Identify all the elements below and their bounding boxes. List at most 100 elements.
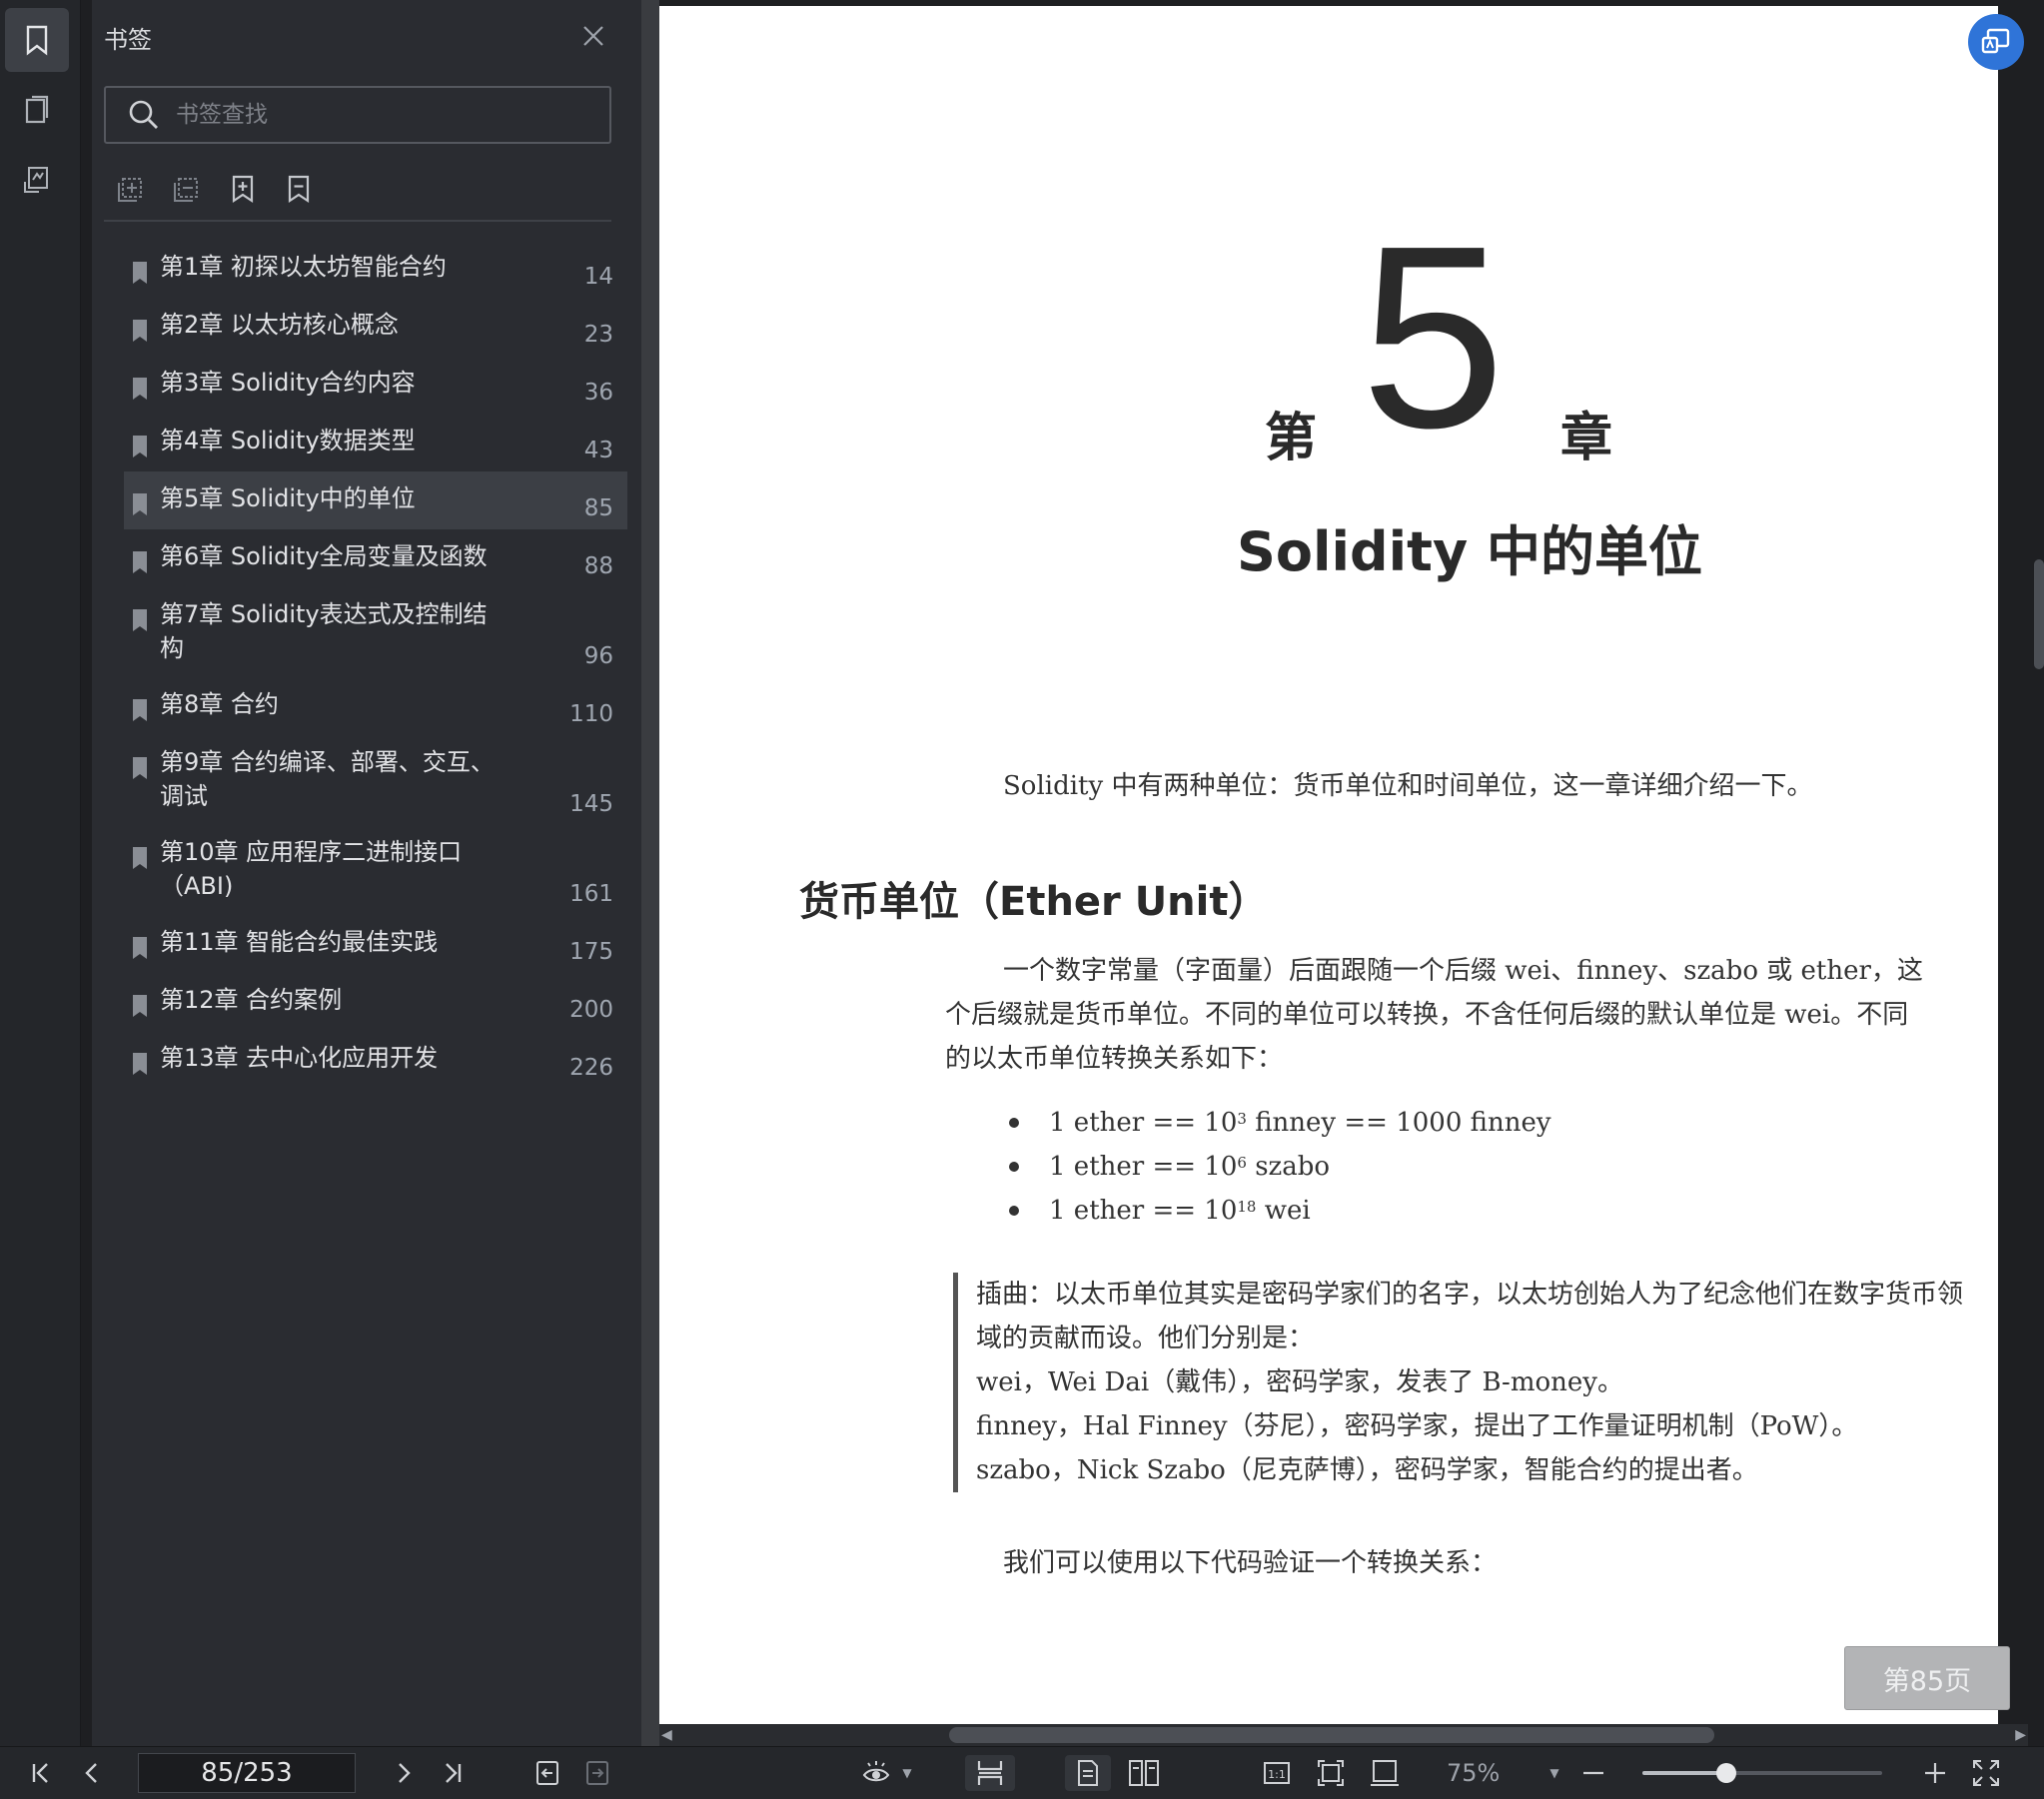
bookmark-page-number: 23 xyxy=(583,322,613,348)
bookmark-item[interactable]: 第7章 Solidity表达式及控制结构 96 xyxy=(124,587,627,677)
bookmark-item[interactable]: 第13章 去中心化应用开发 226 xyxy=(124,1031,627,1089)
zoom-slider[interactable] xyxy=(1642,1763,1882,1783)
bookmark-page-number: 145 xyxy=(569,791,613,817)
sidebar-title: 书签 xyxy=(104,26,152,54)
bookmark-item[interactable]: 第9章 合约编译、部署、交互、调试 145 xyxy=(124,735,627,825)
bookmark-item[interactable]: 第2章 以太坊核心概念 23 xyxy=(124,298,627,356)
left-rail xyxy=(0,0,81,1746)
next-page-button[interactable] xyxy=(386,1755,422,1791)
toolbar-divider xyxy=(104,220,611,222)
bookmark-icon xyxy=(26,25,48,56)
zoom-level[interactable]: 75% xyxy=(1447,1759,1500,1787)
quote-line: 插曲：以太币单位其实是密码学家们的名字，以太坊创始人为了纪念他们在数字货币领域的… xyxy=(976,1280,1964,1353)
vertical-scroll-thumb[interactable] xyxy=(2034,559,2044,669)
list-item: 1 ether == 10 6 szabo xyxy=(1009,1145,1551,1189)
bookmark-label: 第6章 Solidity全局变量及函数 xyxy=(160,542,488,570)
bookmark-label: 第5章 Solidity中的单位 xyxy=(160,484,416,512)
zoom-in-button[interactable] xyxy=(1920,1755,1950,1791)
bookmark-search-input[interactable] xyxy=(174,101,557,129)
expand-all-button[interactable] xyxy=(114,172,148,206)
zoom-dropdown-button[interactable]: ▼ xyxy=(1544,1755,1564,1791)
eye-icon xyxy=(863,1761,890,1782)
fullscreen-button[interactable] xyxy=(1968,1755,2004,1791)
eye-care-mode-button[interactable]: ▼ xyxy=(857,1755,917,1791)
close-sidebar-button[interactable] xyxy=(577,20,609,52)
back-icon xyxy=(536,1761,558,1785)
bookmark-icon xyxy=(133,262,147,284)
actual-size-button[interactable]: 1:1 xyxy=(1259,1755,1295,1791)
add-bookmark-button[interactable] xyxy=(226,172,260,206)
bookmark-page-number: 14 xyxy=(583,264,613,290)
bookmark-item[interactable]: 第12章 合约案例 200 xyxy=(124,973,627,1031)
bookmark-page-number: 43 xyxy=(583,438,613,463)
bookmark-icon xyxy=(133,847,147,869)
bookmark-label: 第4章 Solidity数据类型 xyxy=(160,427,416,454)
chevron-down-icon: ▼ xyxy=(1549,1766,1559,1780)
bookmark-icon xyxy=(133,609,147,631)
search-icon xyxy=(129,100,158,129)
bookmark-item[interactable]: 第11章 智能合约最佳实践 175 xyxy=(124,915,627,973)
svg-text:1:1: 1:1 xyxy=(1268,1768,1286,1781)
sidebar-resize-handle[interactable] xyxy=(641,0,659,1746)
go-back-button[interactable] xyxy=(529,1755,565,1791)
chapter-title: Solidity 中的单位 xyxy=(1237,520,1702,583)
remove-bookmark-button[interactable] xyxy=(282,172,316,206)
bookmark-item[interactable]: 第8章 合约 110 xyxy=(124,677,627,735)
single-page-button[interactable] xyxy=(1065,1755,1111,1791)
bookmark-label: 第2章 以太坊核心概念 xyxy=(160,311,399,339)
scroll-right-arrow-icon[interactable]: ▶ xyxy=(2015,1727,2026,1743)
bookmark-outline-icon xyxy=(288,175,310,204)
bookmarks-panel-button[interactable] xyxy=(5,8,69,72)
bookmark-label: 第9章 合约编译、部署、交互、调试 xyxy=(160,748,495,810)
bookmark-item[interactable]: 第1章 初探以太坊智能合约 14 xyxy=(124,240,627,298)
bookmark-icon xyxy=(133,757,147,779)
first-page-button[interactable] xyxy=(24,1755,60,1791)
page-number-input[interactable]: 85/253 xyxy=(138,1753,356,1793)
bookmark-item-selected[interactable]: 第5章 Solidity中的单位 85 xyxy=(124,471,627,529)
zoom-slider-knob[interactable] xyxy=(1716,1763,1736,1783)
collapse-all-button[interactable] xyxy=(170,172,204,206)
continuous-scroll-button[interactable] xyxy=(965,1755,1015,1791)
go-forward-button[interactable] xyxy=(579,1755,615,1791)
fit-page-icon xyxy=(1318,1760,1344,1786)
fit-width-icon xyxy=(1371,1760,1399,1786)
bookmark-item[interactable]: 第6章 Solidity全局变量及函数 88 xyxy=(124,529,627,587)
bookmark-label: 第13章 去中心化应用开发 xyxy=(160,1044,439,1072)
fit-page-button[interactable] xyxy=(1313,1755,1349,1791)
bullet xyxy=(1009,1118,1019,1128)
bookmark-icon xyxy=(133,937,147,959)
minus-icon xyxy=(1583,1771,1603,1775)
interlude-quote: 插曲：以太币单位其实是密码学家们的名字，以太坊创始人为了纪念他们在数字货币领域的… xyxy=(953,1273,1965,1492)
annotation-export-icon xyxy=(24,167,48,193)
screen-translate-button[interactable] xyxy=(1968,14,2024,70)
bookmark-item[interactable]: 第10章 应用程序二进制接口（ABI) 161 xyxy=(124,825,627,915)
double-page-button[interactable] xyxy=(1121,1755,1167,1791)
continuous-scroll-icon xyxy=(977,1761,1003,1785)
bookmark-icon xyxy=(133,378,147,400)
previous-page-button[interactable] xyxy=(74,1755,110,1791)
list-item-tail: szabo xyxy=(1246,1152,1331,1182)
unit-conversion-list: 1 ether == 10 3 finney == 1000 finney 1 e… xyxy=(1009,1101,1551,1233)
double-page-icon xyxy=(1129,1760,1159,1786)
bookmark-icon xyxy=(133,1053,147,1075)
bookmark-item[interactable]: 第3章 Solidity合约内容 36 xyxy=(124,356,627,414)
thumbnails-panel-button[interactable] xyxy=(5,78,69,142)
bookmark-toolbar xyxy=(114,172,316,206)
horizontal-scrollbar[interactable]: ◀ ▶ xyxy=(659,1724,2028,1746)
bookmark-search-box[interactable] xyxy=(104,86,611,144)
bookmark-icon xyxy=(133,995,147,1017)
list-item-lead: 1 ether == 10 xyxy=(1049,1152,1238,1182)
annotations-panel-button[interactable] xyxy=(5,148,69,212)
bookmark-item[interactable]: 第4章 Solidity数据类型 43 xyxy=(124,414,627,471)
fit-width-button[interactable] xyxy=(1367,1755,1403,1791)
horizontal-scroll-thumb[interactable] xyxy=(949,1727,1714,1743)
actual-size-icon: 1:1 xyxy=(1264,1762,1290,1784)
chapter-prefix: 第 xyxy=(1265,409,1318,468)
scroll-left-arrow-icon[interactable]: ◀ xyxy=(661,1727,672,1743)
bookmark-page-number: 88 xyxy=(583,553,613,579)
bullet xyxy=(1009,1206,1019,1216)
add-bookmark-icon xyxy=(232,175,254,204)
last-page-button[interactable] xyxy=(434,1755,470,1791)
zoom-out-button[interactable] xyxy=(1578,1755,1608,1791)
bullet xyxy=(1009,1162,1019,1172)
